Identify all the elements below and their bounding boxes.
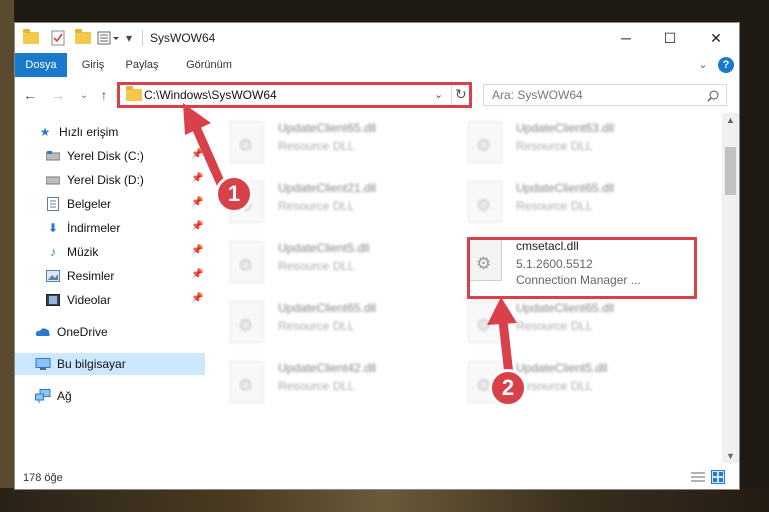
step-1-badge: 1 [215, 175, 253, 213]
desktop-background [0, 0, 14, 512]
desktop-background-strip [0, 488, 769, 512]
annotation-arrows [183, 103, 517, 380]
explorer-window: ▾ SysWOW64 ─ ☐ ✕ Dosya Giriş Paylaş Görü… [14, 22, 740, 490]
step-2-badge: 2 [489, 369, 527, 407]
